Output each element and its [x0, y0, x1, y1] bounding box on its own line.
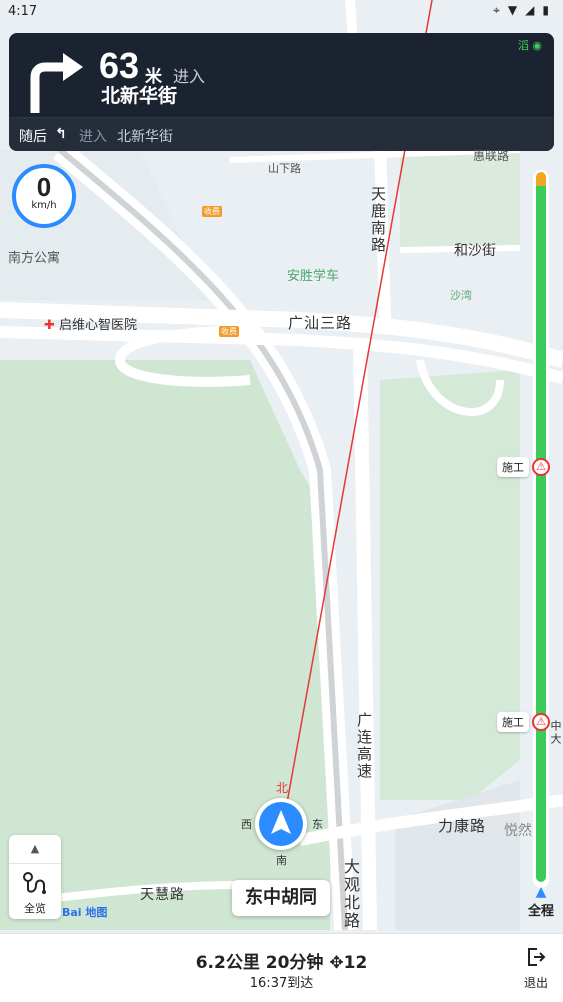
- u-turn-icon: ↰: [55, 126, 67, 142]
- battery-icon: ▮: [542, 3, 549, 17]
- map-label: 天鹿南路: [369, 186, 387, 254]
- map-label: 悦然: [504, 823, 532, 839]
- current-location-marker[interactable]: [255, 798, 307, 850]
- wifi-icon: ▼: [507, 3, 518, 17]
- overview-button[interactable]: 全览: [9, 865, 61, 917]
- compass-south: 南: [276, 854, 287, 867]
- hospital-label: ✚ 启维心智医院: [44, 314, 137, 333]
- compass-east: 东: [312, 818, 323, 831]
- location-icon: ⌖: [493, 3, 500, 17]
- gps-badge: 滔: [517, 39, 529, 52]
- exit-icon: [528, 948, 546, 966]
- overview-label: 全览: [24, 902, 46, 915]
- map-label: 广连高速: [355, 712, 373, 780]
- map-label: 广汕三路: [288, 314, 353, 332]
- construction-label: 施工: [497, 712, 529, 732]
- next-enter-label: 进入: [79, 129, 107, 145]
- construction-marker[interactable]: 施工 ⚠: [497, 457, 550, 477]
- speed-unit: km/h: [31, 200, 57, 211]
- navigation-arrow-icon: [259, 802, 303, 846]
- exit-button[interactable]: 退出: [519, 946, 553, 991]
- toll-badge: 收费: [202, 206, 222, 217]
- trip-summary-bar[interactable]: 6.2公里 20分钟 ✥12 16:37到达 退出: [0, 933, 563, 1002]
- hospital-name: 启维心智医院: [59, 318, 138, 333]
- hospital-icon: ✚: [44, 318, 55, 333]
- traffic-light-count: 12: [343, 953, 368, 973]
- trip-duration: 20分钟: [265, 953, 324, 973]
- trip-eta: 16:37到达: [249, 976, 314, 991]
- construction-label: 施工: [497, 457, 529, 477]
- next-step-bar: 随后 ↰ 进入 北新华街: [9, 117, 554, 151]
- map-controls: ▲ 全览: [9, 835, 61, 919]
- exit-label: 退出: [523, 976, 548, 990]
- compass-north: 北: [276, 781, 289, 795]
- next-then-label: 随后: [19, 129, 47, 145]
- map-label: 南方公寓: [8, 251, 61, 266]
- toll-badge: 收费: [219, 326, 239, 337]
- baidu-logo: Bai 地图: [62, 906, 108, 919]
- map-label: 沙湾: [450, 289, 472, 302]
- speed-value: 0: [36, 172, 52, 202]
- map-label: 天慧路: [140, 887, 185, 903]
- trip-distance: 6.2公里: [195, 953, 260, 973]
- full-route-button[interactable]: ▲ 全程: [524, 884, 558, 919]
- maneuver-card[interactable]: 63 米 进入 北新华街 滔 ◉ 随后 ↰ 进入 北新华街: [9, 33, 554, 151]
- turn-right-icon: [30, 53, 83, 113]
- route-progress-done: [536, 172, 546, 186]
- speedometer: 0 km/h: [12, 164, 76, 228]
- status-icons: ⌖ ▼ ◢ ▮: [493, 3, 549, 18]
- full-route-label: 全程: [527, 904, 554, 919]
- next-road: 北新华街: [117, 129, 173, 145]
- full-route-arrow-icon: ▲: [535, 884, 547, 900]
- route-overview-icon: [23, 872, 46, 894]
- map-label: 力康路: [438, 817, 487, 835]
- route-progress-fill: [536, 180, 546, 882]
- trip-summary: 6.2公里 20分钟 ✥12: [0, 948, 563, 973]
- signal-icon: ◢: [525, 3, 535, 17]
- gps-signal-icon: 滔 ◉: [517, 39, 542, 52]
- map-label: 惠联路: [473, 149, 510, 163]
- construction-icon: ⚠: [532, 458, 550, 476]
- map-label: 和沙街: [454, 243, 496, 259]
- status-time: 4:17: [8, 4, 38, 19]
- map-label: 山下路: [268, 162, 301, 175]
- traffic-light-icon: ✥: [329, 953, 344, 973]
- route-progress-bar[interactable]: [533, 170, 549, 888]
- maneuver-enter-label: 进入: [173, 67, 206, 86]
- map-label: 安胜学车: [287, 269, 340, 284]
- construction-marker[interactable]: 施工 ⚠: [497, 712, 550, 732]
- map-label: 大观北路: [341, 858, 360, 930]
- status-bar: 4:17 ⌖ ▼ ◢ ▮: [0, 0, 563, 24]
- maneuver-road: 北新华街: [101, 85, 178, 107]
- current-street: 东中胡同: [232, 880, 330, 916]
- collapse-button[interactable]: ▲: [9, 835, 61, 864]
- construction-icon: ⚠: [532, 713, 550, 731]
- compass-west: 西: [241, 818, 252, 831]
